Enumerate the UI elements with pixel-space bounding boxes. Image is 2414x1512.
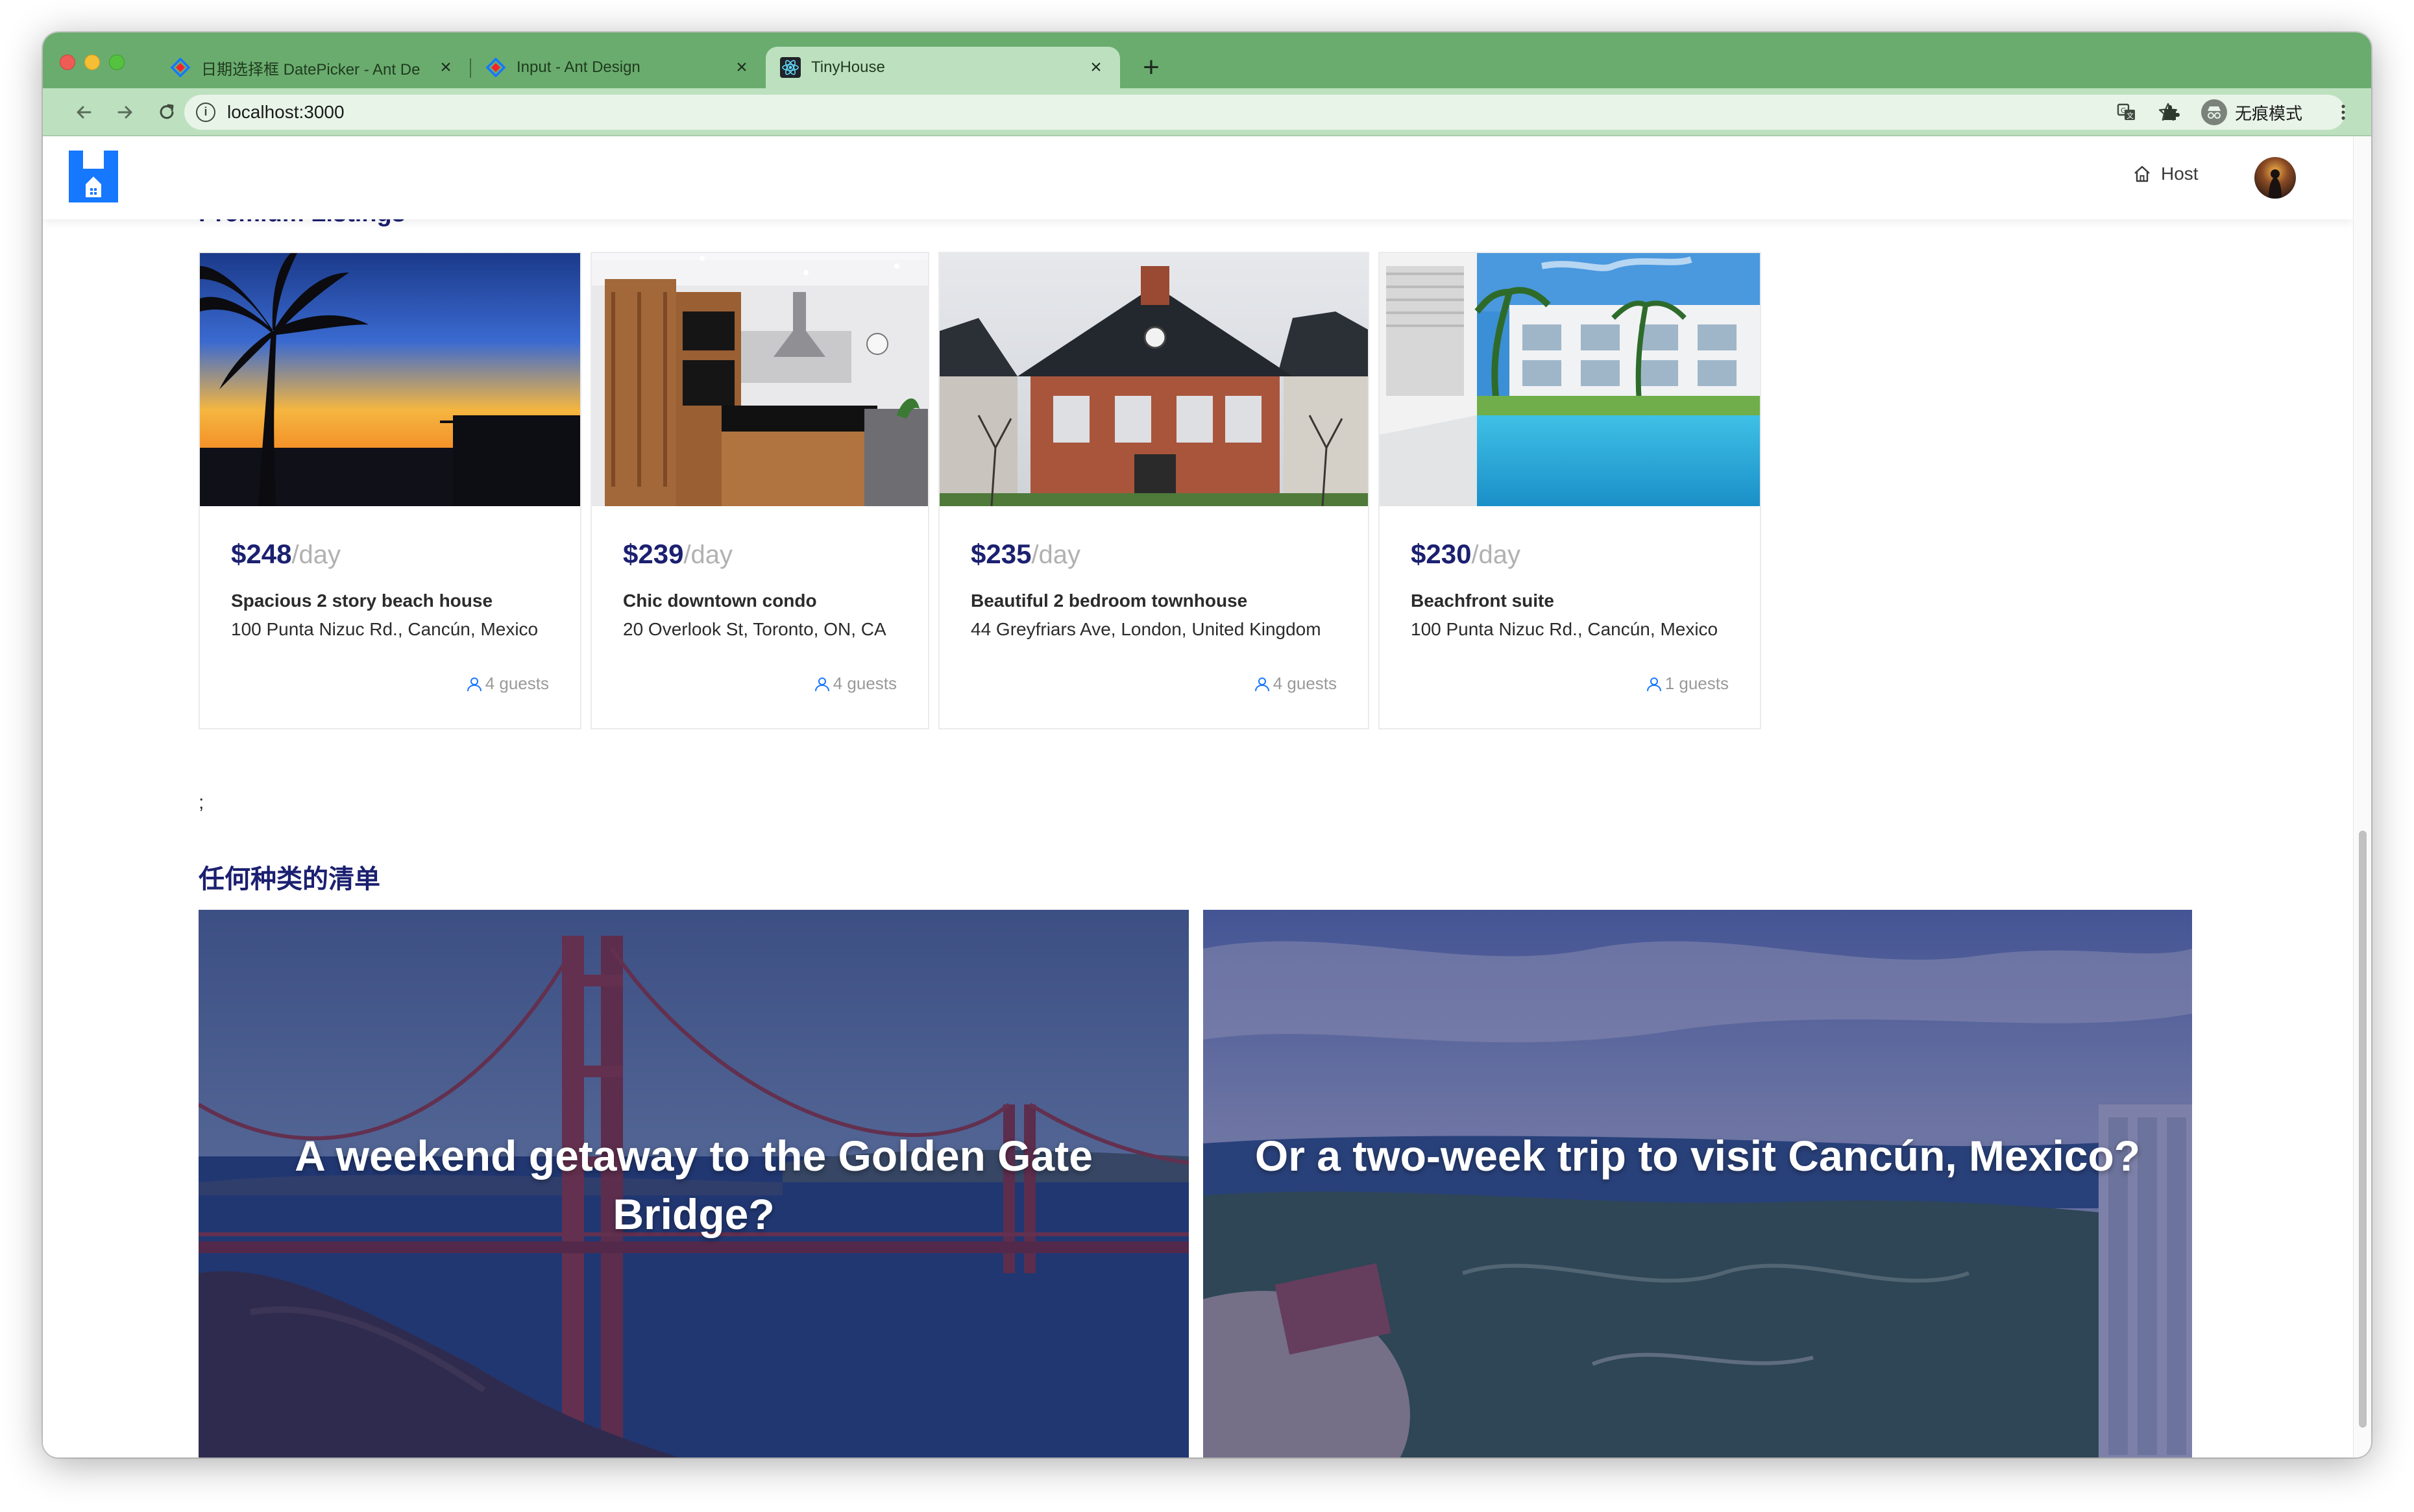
listing-guests: 1 guests [1646, 674, 1729, 694]
promo-text: Or a two-week trip to visit Cancún, Mexi… [1254, 1132, 2141, 1180]
page-viewport: Host Premium Listings [43, 136, 2353, 1457]
tab-input[interactable]: Input - Ant Design × [471, 47, 766, 88]
listing-title: Chic downtown condo [623, 591, 817, 611]
close-icon[interactable]: × [732, 56, 751, 79]
tab-title: 日期选择框 DatePicker - Ant De [201, 60, 421, 79]
listing-card[interactable]: $235/day Beautiful 2 bedroom townhouse 4… [938, 252, 1369, 729]
listing-price: $230/day [1411, 539, 1521, 569]
incognito-profile-button[interactable]: 无痕模式 [2196, 95, 2317, 130]
tab-title: TinyHouse [811, 58, 885, 76]
listing-address: 44 Greyfriars Ave, London, United Kingdo… [971, 619, 1321, 639]
scrollbar[interactable] [2353, 136, 2371, 1457]
listing-image [1380, 253, 1760, 506]
user-icon [467, 677, 482, 691]
promo-cancun[interactable]: Or a two-week trip to visit Cancún, Mexi… [1203, 910, 2192, 1457]
listing-guests: 4 guests [1254, 674, 1337, 694]
address-bar[interactable]: i localhost:3000 G文 [184, 95, 2345, 130]
svg-text:G: G [2121, 106, 2127, 115]
scrollbar-thumb[interactable] [2359, 831, 2367, 1428]
listing-title: Spacious 2 story beach house [231, 591, 493, 611]
back-icon[interactable] [69, 97, 99, 127]
host-link[interactable]: Host [2132, 164, 2199, 184]
tab-title: Input - Ant Design [517, 58, 640, 76]
user-icon [814, 677, 829, 691]
more-menu-icon[interactable] [2328, 97, 2358, 127]
extensions-icon[interactable] [2156, 97, 2186, 127]
promo-golden-gate[interactable]: A weekend getaway to the Golden Gate Bri… [199, 910, 1189, 1457]
listing-card[interactable]: $248/day Spacious 2 story beach house 10… [199, 252, 581, 729]
any-kind-title: 任何种类的清单 [199, 865, 380, 894]
tinyhouse-logo[interactable] [69, 151, 118, 202]
forward-icon[interactable] [110, 97, 140, 127]
window-maximize-button[interactable] [109, 55, 125, 70]
listing-image [200, 253, 580, 506]
url-text[interactable]: localhost:3000 [227, 102, 345, 123]
listing-title: Beautiful 2 bedroom townhouse [971, 591, 1248, 611]
user-icon [1254, 677, 1269, 691]
listing-card[interactable]: $230/day Beachfront suite 100 Punta Nizu… [1378, 252, 1761, 729]
close-icon[interactable]: × [436, 56, 456, 79]
user-icon [1646, 677, 1661, 691]
ant-design-icon [170, 57, 191, 78]
avatar[interactable] [2254, 157, 2296, 199]
promo-text: A weekend getaway to the Golden Gate Bri… [295, 1132, 1093, 1238]
window-minimize-button[interactable] [84, 55, 100, 70]
listing-image [592, 253, 928, 506]
translate-icon[interactable]: G文 [2112, 97, 2141, 127]
tab-tinyhouse[interactable]: TinyHouse × [766, 47, 1120, 88]
listing-price: $248/day [231, 539, 341, 569]
home-icon [2134, 165, 2150, 182]
react-icon [780, 57, 801, 78]
window-close-button[interactable] [60, 55, 75, 70]
listing-price: $235/day [971, 539, 1081, 569]
ant-design-icon [485, 57, 506, 78]
listing-address: 20 Overlook St, Toronto, ON, CA [623, 619, 886, 639]
profile-label: 无痕模式 [2235, 103, 2303, 123]
listing-price: $239/day [623, 539, 733, 569]
listing-address: 100 Punta Nizuc Rd., Cancún, Mexico [231, 619, 539, 639]
reload-icon[interactable] [152, 97, 182, 127]
svg-text:文: 文 [2127, 111, 2134, 120]
listing-guests: 4 guests [814, 674, 897, 694]
listing-card[interactable]: $239/day Chic downtown condo 20 Overlook… [591, 252, 929, 729]
site-info-icon[interactable]: i [196, 103, 215, 122]
tab-strip: 日期选择框 DatePicker - Ant De × Input - Ant … [43, 32, 2371, 88]
tab-datepicker[interactable]: 日期选择框 DatePicker - Ant De × [156, 47, 470, 88]
listing-address: 100 Punta Nizuc Rd., Cancún, Mexico [1411, 619, 1718, 639]
host-label: Host [2161, 164, 2199, 184]
browser-toolbar: i localhost:3000 G文 无痕模式 [43, 88, 2371, 136]
stray-text: ; [199, 792, 204, 813]
app-header: Host [43, 136, 2353, 219]
listing-title: Beachfront suite [1411, 591, 1554, 611]
incognito-icon [2201, 99, 2227, 125]
listing-guests: 4 guests [466, 674, 549, 694]
new-tab-button[interactable]: + [1133, 49, 1169, 86]
browser-window: 日期选择框 DatePicker - Ant De × Input - Ant … [43, 32, 2371, 1457]
close-icon[interactable]: × [1086, 56, 1106, 79]
listing-image [940, 253, 1368, 506]
